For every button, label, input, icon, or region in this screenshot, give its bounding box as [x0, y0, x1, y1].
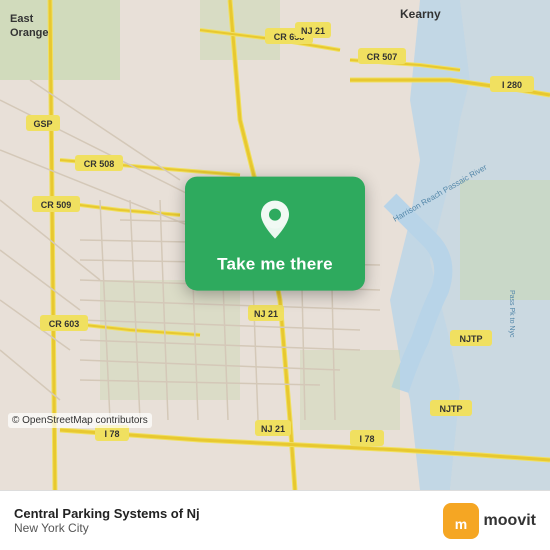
- moovit-icon: m: [443, 503, 479, 539]
- svg-text:CR 508: CR 508: [84, 159, 115, 169]
- place-city: New York City: [14, 521, 200, 535]
- take-me-there-button[interactable]: Take me there: [217, 253, 333, 277]
- svg-text:Orange: Orange: [10, 27, 49, 39]
- svg-text:NJTP: NJTP: [439, 404, 462, 414]
- destination-card: Take me there: [185, 177, 365, 291]
- moovit-text: moovit: [484, 512, 536, 530]
- svg-text:CR 507: CR 507: [367, 52, 398, 62]
- footer-bar: Central Parking Systems of Nj New York C…: [0, 490, 550, 550]
- svg-text:m: m: [454, 516, 466, 532]
- map-container: CR 658 NJ 21 CR 507 I 280 GSP CR 509 CR …: [0, 0, 550, 490]
- svg-text:CR 509: CR 509: [41, 200, 72, 210]
- svg-text:Kearny: Kearny: [400, 7, 441, 21]
- svg-text:I 280: I 280: [502, 80, 522, 90]
- moovit-logo: m moovit: [443, 503, 536, 539]
- svg-text:GSP: GSP: [33, 119, 52, 129]
- map-attribution: © OpenStreetMap contributors: [8, 413, 152, 428]
- svg-text:I 78: I 78: [359, 434, 374, 444]
- svg-text:NJ 21: NJ 21: [254, 309, 278, 319]
- svg-text:CR 603: CR 603: [49, 319, 80, 329]
- svg-text:NJTP: NJTP: [459, 334, 482, 344]
- location-pin-icon: [251, 195, 299, 243]
- svg-text:NJ 21: NJ 21: [261, 424, 285, 434]
- svg-text:Pass Pk to Nyc: Pass Pk to Nyc: [508, 290, 515, 338]
- svg-text:I 78: I 78: [104, 429, 119, 439]
- svg-text:NJ 21: NJ 21: [301, 26, 325, 36]
- place-title: Central Parking Systems of Nj: [14, 506, 200, 521]
- footer-info: Central Parking Systems of Nj New York C…: [14, 506, 200, 535]
- svg-text:East: East: [10, 13, 34, 25]
